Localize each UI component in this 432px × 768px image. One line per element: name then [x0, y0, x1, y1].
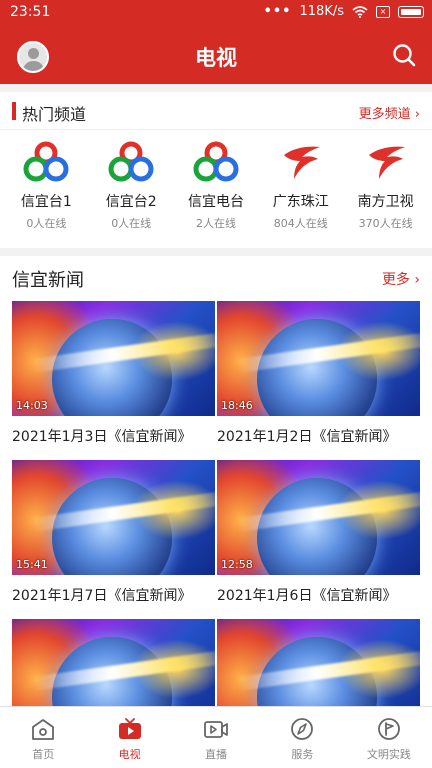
xinyi-logo-icon — [23, 141, 69, 182]
channel-online-count: 0人在线 — [26, 217, 67, 230]
channel-name: 信宜台2 — [105, 194, 157, 210]
sim-icon: × — [376, 5, 390, 18]
channel-item[interactable]: 信宜台2 0人在线 — [89, 137, 173, 245]
channel-name: 南方卫视 — [357, 194, 414, 210]
network-speed: 118K/s — [299, 4, 345, 19]
news-header: 信宜新闻 更多 › — [0, 256, 432, 300]
chevron-right-icon: › — [414, 272, 420, 288]
channel-name: 广东珠江 — [272, 194, 329, 210]
channel-online-count: 370人在线 — [358, 217, 413, 230]
channel-online-count: 2人在线 — [195, 217, 236, 230]
tab-service[interactable]: 服务 — [259, 707, 345, 768]
news-caption: 2021年1月6日《信宜新闻》 — [217, 588, 397, 604]
news-title: 信宜新闻 — [12, 270, 84, 291]
status-right: ••• 118K/s × — [264, 4, 424, 19]
compass-icon — [291, 718, 314, 740]
more-channels-label: 更多频道 — [358, 107, 411, 122]
header: 电视 — [0, 28, 432, 84]
search-icon[interactable] — [392, 43, 416, 67]
xinyi-logo-icon — [193, 141, 239, 182]
xinyi-logo-icon — [108, 141, 154, 182]
video-thumbnail — [12, 619, 215, 706]
flag-icon — [377, 718, 400, 740]
channel-list: 信宜台1 0人在线 信宜台2 0人在线 信宜电台 2人在线 广东珠江 804人在… — [0, 137, 432, 245]
channel-item[interactable]: 广东珠江 804人在线 — [259, 137, 343, 245]
tab-label: 首页 — [32, 748, 55, 761]
video-duration: 12:58 — [221, 558, 253, 571]
tab-label: 服务 — [291, 748, 314, 761]
more-dots-icon: ••• — [263, 4, 292, 19]
news-card[interactable] — [12, 619, 215, 706]
news-caption: 2021年1月2日《信宜新闻》 — [217, 429, 397, 445]
guangdong-logo-icon — [368, 146, 405, 179]
tab-label: 文明实践 — [366, 748, 411, 761]
page-title: 电视 — [195, 46, 237, 70]
video-duration: 14:03 — [16, 399, 48, 412]
news-grid: 14:03 2021年1月3日《信宜新闻》 18:46 2021年1月2日《信宜… — [12, 301, 420, 706]
tab-label: 直播 — [205, 748, 228, 761]
news-more-label: 更多 — [381, 272, 410, 288]
wifi-icon — [352, 5, 368, 18]
news-caption: 2021年1月7日《信宜新闻》 — [12, 588, 192, 604]
live-icon — [204, 721, 228, 738]
guangdong-logo-icon — [283, 146, 320, 179]
home-icon — [32, 719, 55, 740]
news-card[interactable] — [217, 619, 420, 706]
top-bar: 23:51 ••• 118K/s × 电视 — [0, 0, 432, 84]
channel-item[interactable]: 信宜台1 0人在线 — [4, 137, 88, 245]
video-thumbnail: 12:58 — [217, 460, 420, 575]
channel-online-count: 804人在线 — [273, 217, 328, 230]
video-duration: 18:46 — [221, 399, 253, 412]
bottom-tab-bar: 首页 电视 直播 服务 文明实践 — [0, 706, 432, 768]
news-card[interactable]: 18:46 2021年1月2日《信宜新闻》 — [217, 301, 420, 460]
more-channels-link[interactable]: 更多频道 › — [359, 103, 420, 122]
tab-live[interactable]: 直播 — [173, 707, 259, 768]
news-card[interactable]: 15:41 2021年1月7日《信宜新闻》 — [12, 460, 215, 619]
hot-channels-title: 热门频道 — [22, 105, 87, 124]
tab-label: 电视 — [118, 748, 141, 761]
tab-home[interactable]: 首页 — [0, 707, 86, 768]
channel-online-count: 0人在线 — [111, 217, 152, 230]
video-thumbnail: 15:41 — [12, 460, 215, 575]
news-card[interactable]: 14:03 2021年1月3日《信宜新闻》 — [12, 301, 215, 460]
news-caption: 2021年1月3日《信宜新闻》 — [12, 429, 192, 445]
channel-name: 信宜电台 — [187, 194, 244, 210]
channel-item[interactable]: 信宜电台 2人在线 — [174, 137, 258, 245]
channel-name: 信宜台1 — [20, 194, 72, 210]
section-accent-bar — [12, 102, 16, 120]
video-thumbnail: 14:03 — [12, 301, 215, 416]
tab-tv[interactable]: 电视 — [86, 707, 172, 768]
hot-channels-section: 热门频道 更多频道 › 信宜台1 0人在线 信宜台2 0人在线 信宜电台 2人在… — [0, 92, 432, 248]
video-thumbnail — [217, 619, 420, 706]
status-time: 23:51 — [10, 4, 51, 20]
news-section: 信宜新闻 更多 › 14:03 2021年1月3日《信宜新闻》 18:46 20… — [0, 256, 432, 706]
app-root: 23:51 ••• 118K/s × 电视 热门频道 更多频道 › 信宜台1 0… — [0, 0, 432, 768]
tv-icon — [118, 718, 141, 739]
video-thumbnail: 18:46 — [217, 301, 420, 416]
news-card[interactable]: 12:58 2021年1月6日《信宜新闻》 — [217, 460, 420, 619]
tab-civilization-practice[interactable]: 文明实践 — [346, 707, 432, 768]
channel-item[interactable]: 南方卫视 370人在线 — [344, 137, 428, 245]
hot-channels-header: 热门频道 更多频道 › — [0, 92, 432, 130]
status-bar: 23:51 ••• 118K/s × — [0, 0, 432, 28]
news-more-link[interactable]: 更多 › — [382, 269, 420, 289]
battery-icon — [398, 5, 424, 18]
chevron-right-icon: › — [414, 107, 420, 122]
video-duration: 15:41 — [16, 558, 48, 571]
